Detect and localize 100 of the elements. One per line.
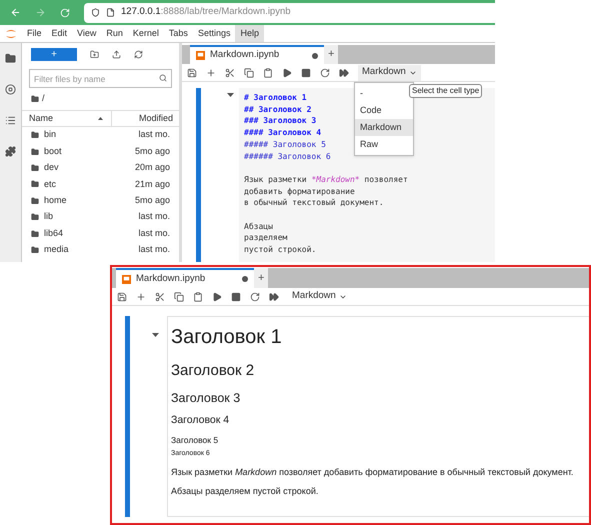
save-icon[interactable] <box>187 68 197 78</box>
reload-icon[interactable] <box>60 8 70 18</box>
paragraph: Язык разметки Markdown позволяет добавить форматирование в обычный текстовый документ. <box>171 466 574 478</box>
heading: Заголовок 3 <box>171 390 242 406</box>
cell-editor[interactable] <box>239 88 495 262</box>
file-name: lib64 <box>44 226 64 240</box>
collapse-caret-icon[interactable] <box>152 333 159 337</box>
search-icon <box>159 74 167 82</box>
notebook-icon <box>196 51 205 60</box>
file-modified: 5mo ago <box>134 194 170 207</box>
notebook-tab[interactable]: Markdown.ipynb <box>190 45 324 64</box>
file-row[interactable]: home 5mo ago <box>22 192 179 209</box>
heading: Заголовок 1 <box>171 325 283 350</box>
file-name: media <box>44 243 70 256</box>
file-row[interactable]: bin last mo. <box>22 127 179 144</box>
new-folder-icon[interactable] <box>90 50 99 59</box>
cell-type-dropdown[interactable]: Markdown <box>358 64 421 80</box>
menu-item[interactable]: Edit <box>46 25 72 42</box>
folder-icon <box>31 196 39 205</box>
file-modified: last mo. <box>138 243 170 256</box>
source-line: Абзацы <box>244 220 273 232</box>
file-modified: last mo. <box>138 226 170 240</box>
file-name: home <box>44 194 68 207</box>
address-bar[interactable]: 127.0.0.1:8888/lab/tree/Markdown.ipynb <box>84 2 495 22</box>
menu-option[interactable]: Raw <box>355 136 413 153</box>
add-cell-icon[interactable] <box>136 292 146 302</box>
copy-icon[interactable] <box>174 292 184 302</box>
file-row[interactable]: media last mo. <box>22 242 179 258</box>
tab-title: Markdown.ipynb <box>136 272 206 286</box>
file-modified: last mo. <box>138 128 170 142</box>
heading: Заголовок 2 <box>171 362 256 381</box>
run-icon[interactable] <box>212 292 222 302</box>
file-row[interactable]: lib last mo. <box>22 208 179 226</box>
folder-icon <box>31 230 39 238</box>
refresh-icon[interactable] <box>134 50 143 59</box>
column-header[interactable]: Name <box>22 111 112 126</box>
menu-option[interactable]: Markdown <box>355 119 413 136</box>
file-name: boot <box>44 144 63 158</box>
menu-item[interactable]: Run <box>101 25 128 42</box>
restart-icon[interactable] <box>320 68 330 78</box>
file-name: lib <box>44 210 54 224</box>
tooltip: Select the cell type <box>409 84 482 98</box>
menu-option[interactable]: Code <box>355 102 413 119</box>
folder-icon <box>31 180 39 188</box>
notebook-tab[interactable]: Markdown.ipynb <box>116 268 254 288</box>
stop-icon[interactable] <box>301 68 311 78</box>
add-cell-icon[interactable] <box>206 68 216 78</box>
filter-field[interactable]: Filter files by name <box>29 69 172 88</box>
source-line: ##### Заголовок 5 <box>244 138 326 151</box>
url-text: 127.0.0.1:8888/lab/tree/Markdown.ipynb <box>121 5 291 20</box>
menu-item[interactable]: Help <box>235 25 264 42</box>
run-all-icon[interactable] <box>339 68 349 78</box>
collapse-caret-icon[interactable] <box>227 93 234 97</box>
file-modified: 20m ago <box>134 161 170 174</box>
source-line: ### Заголовок 3 <box>244 115 316 128</box>
file-name: bin <box>44 128 58 142</box>
folder-icon[interactable] <box>5 53 16 64</box>
source-line: ###### Заголовок 6 <box>244 150 331 162</box>
back-icon[interactable] <box>10 7 21 18</box>
source-line: #### Заголовок 4 <box>244 127 322 139</box>
file-row[interactable]: lib64 last mo. <box>22 225 179 242</box>
add-tab-button[interactable]: + <box>254 268 268 288</box>
paste-icon[interactable] <box>193 292 203 302</box>
stop-circle-icon[interactable] <box>5 84 16 95</box>
folder-icon <box>31 131 39 140</box>
puzzle-icon[interactable] <box>5 146 16 157</box>
menu-item[interactable]: Tabs <box>164 25 193 42</box>
file-name: dev <box>44 161 60 174</box>
new-launcher-button[interactable]: + <box>31 48 77 61</box>
tab-title: Markdown.ipynb <box>210 48 280 62</box>
file-row[interactable]: boot 5mo ago <box>22 143 179 160</box>
restart-icon[interactable] <box>250 292 260 302</box>
stop-icon[interactable] <box>231 292 241 302</box>
file-row[interactable]: etc 21m ago <box>22 176 179 193</box>
cut-icon[interactable] <box>155 292 165 302</box>
source-line: добавить форматирование <box>244 186 355 198</box>
upload-icon[interactable] <box>112 50 121 59</box>
menu-item[interactable]: View <box>72 25 102 42</box>
heading: Заголовок 4 <box>171 414 230 428</box>
menu-item[interactable]: File <box>22 25 47 42</box>
file-row[interactable]: dev 20m ago <box>22 160 179 176</box>
run-icon[interactable] <box>282 68 292 78</box>
run-all-icon[interactable] <box>269 292 279 302</box>
source-line: Язык разметки *Markdown* позволяет <box>244 174 408 186</box>
breadcrumb[interactable]: / <box>42 92 45 106</box>
menu-item[interactable]: Kernel <box>128 25 164 42</box>
copy-icon[interactable] <box>244 68 254 78</box>
column-header[interactable]: Modified <box>112 111 179 126</box>
source-line: в обычный текстовый документ. <box>244 197 384 210</box>
add-tab-button[interactable]: + <box>324 45 338 64</box>
paste-icon[interactable] <box>263 68 273 78</box>
file-modified: 5mo ago <box>134 144 170 158</box>
save-icon[interactable] <box>117 292 127 302</box>
cell-type-dropdown[interactable]: Markdown <box>288 288 351 304</box>
list-icon[interactable] <box>5 115 16 126</box>
sort-ascending-icon <box>98 117 103 120</box>
source-line: # Заголовок 1 <box>244 92 307 104</box>
paragraph: Абзацы разделяем пустой строкой. <box>171 486 320 498</box>
menu-item[interactable]: Settings <box>192 25 236 42</box>
cut-icon[interactable] <box>225 68 235 78</box>
